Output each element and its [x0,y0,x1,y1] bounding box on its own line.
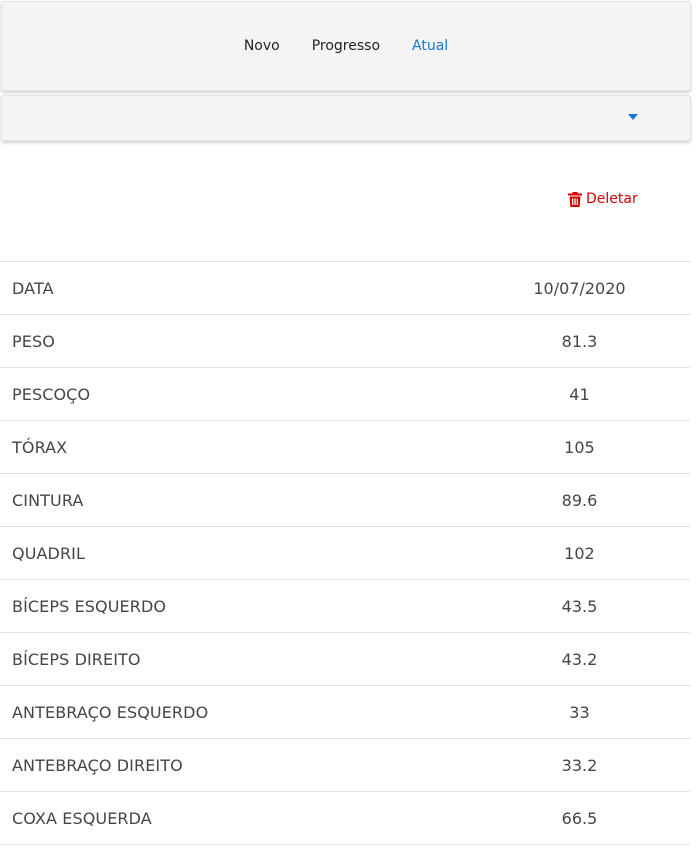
table-row: BÍCEPS DIREITO 43.2 [0,633,690,686]
row-value: 66.5 [561,808,598,828]
table-row: DATA 10/07/2020 [0,262,690,315]
row-label: CINTURA [12,490,84,510]
row-value: 89.6 [561,490,598,510]
table-row: PESCOÇO 41 [0,368,690,421]
row-value: 81.3 [561,331,598,351]
date-select-dropdown[interactable] [1,95,691,141]
row-value: 43.5 [561,596,598,616]
tab-atual[interactable]: Atual [396,36,464,56]
row-label: QUADRIL [12,543,86,563]
row-label: PESO [12,331,55,351]
row-label: ANTEBRAÇO DIREITO [12,755,183,775]
trash-icon [568,191,582,207]
table-row: PESO 81.3 [0,315,690,368]
row-label: DATA [12,278,54,298]
row-value: 43.2 [561,649,598,669]
table-row: CINTURA 89.6 [0,474,690,527]
tab-novo[interactable]: Novo [228,36,296,56]
tab-progresso[interactable]: Progresso [296,36,396,56]
table-row: TÓRAX 105 [0,421,690,474]
top-navbar: Novo Progresso Atual [1,1,691,91]
caret-down-icon [628,114,638,120]
row-label: BÍCEPS DIREITO [12,649,141,669]
row-label: BÍCEPS ESQUERDO [12,596,167,616]
row-value: 33.2 [561,755,598,775]
delete-button[interactable]: Deletar [568,191,638,207]
row-label: COXA ESQUERDA [12,808,152,828]
table-row: ANTEBRAÇO DIREITO 33.2 [0,739,690,792]
table-row: ANTEBRAÇO ESQUERDO 33 [0,686,690,739]
row-value: 33 [569,702,590,722]
table-row: COXA ESQUERDA 66.5 [0,792,690,845]
row-label: PESCOÇO [12,384,91,404]
row-label: TÓRAX [12,437,68,457]
row-value: 41 [569,384,590,404]
measurements-table: DATA 10/07/2020 PESO 81.3 PESCOÇO 41 TÓR… [0,261,690,845]
table-row: BÍCEPS ESQUERDO 43.5 [0,580,690,633]
row-value: 10/07/2020 [533,278,626,298]
delete-label: Deletar [586,191,638,207]
row-value: 105 [564,437,595,457]
table-row: QUADRIL 102 [0,527,690,580]
row-label: ANTEBRAÇO ESQUERDO [12,702,209,722]
row-value: 102 [564,543,595,563]
